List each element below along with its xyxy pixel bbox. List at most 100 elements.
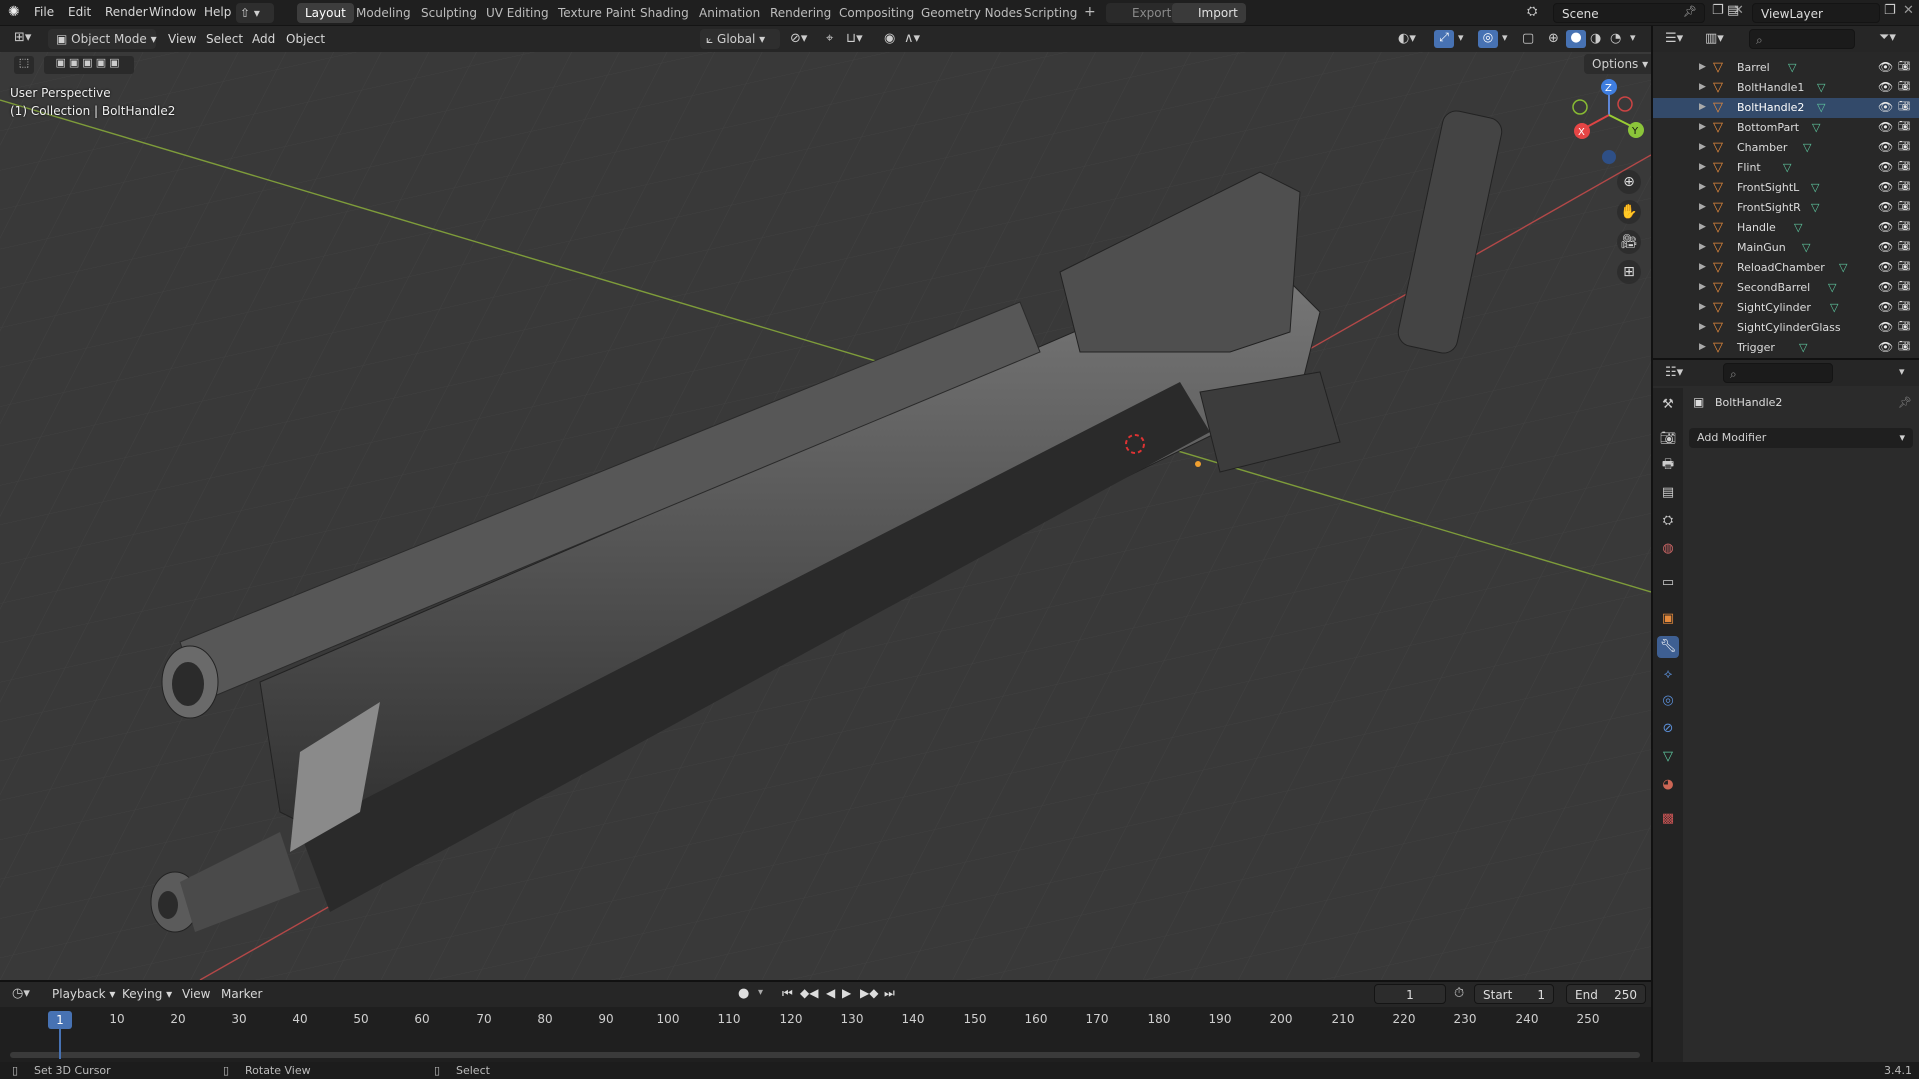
- proportional-edit-icon[interactable]: ◉: [884, 31, 895, 46]
- expand-arrow-icon[interactable]: ▶: [1699, 222, 1706, 232]
- tab-modeling[interactable]: Modeling: [348, 3, 419, 23]
- tab-geometry-nodes[interactable]: Geometry Nodes: [913, 3, 1030, 23]
- outliner-row-secondbarrel[interactable]: ▶ ▽ SecondBarrel ▽ 👁︎ 📷︎: [1653, 278, 1919, 298]
- pivot-point-icon[interactable]: ⊘▾: [790, 31, 807, 46]
- scene-icon[interactable]: ⛭: [1527, 4, 1537, 19]
- menu-playback[interactable]: Playback ▾: [52, 987, 115, 1001]
- outliner-item-label[interactable]: BoltHandle2: [1737, 101, 1804, 114]
- outliner-item-label[interactable]: MainGun: [1737, 241, 1786, 254]
- properties-editor-icon[interactable]: ☷▾: [1665, 365, 1683, 380]
- modifier-tab-icon[interactable]: 🔧︎: [1657, 636, 1679, 658]
- zoom-icon[interactable]: ⊕: [1617, 170, 1641, 194]
- visibility-eye-icon[interactable]: 👁︎: [1878, 60, 1893, 74]
- outliner-row-bolthandle2[interactable]: ▶ ▽ BoltHandle2 ▽ 👁︎ 📷︎: [1653, 98, 1919, 118]
- outliner-row-handle[interactable]: ▶ ▽ Handle ▽ 👁︎ 📷︎: [1653, 218, 1919, 238]
- tab-scripting[interactable]: Scripting: [1016, 3, 1085, 23]
- outliner-item-label[interactable]: Flint: [1737, 161, 1761, 174]
- outliner-item-label[interactable]: FrontSightL: [1737, 181, 1799, 194]
- expand-arrow-icon[interactable]: ▶: [1699, 122, 1706, 132]
- mesh-data-icon[interactable]: ▽: [1803, 141, 1811, 154]
- pan-hand-icon[interactable]: ✋: [1617, 200, 1641, 224]
- delete-view-layer-icon[interactable]: ✕: [1903, 3, 1914, 18]
- outliner-row-frontsightr[interactable]: ▶ ▽ FrontSightR ▽ 👁︎ 📷︎: [1653, 198, 1919, 218]
- texture-tab-icon[interactable]: ▩: [1657, 808, 1679, 830]
- filter-icon[interactable]: ⏷▾: [1879, 30, 1896, 45]
- select-tool-icon[interactable]: ⬚: [14, 56, 34, 74]
- 3d-viewport[interactable]: Z X Y ⬚ ▣▣▣▣▣ User Perspective (1) Colle…: [0, 52, 1651, 980]
- transform-orientation-dropdown[interactable]: ⟀ Global ▾: [700, 29, 780, 49]
- menu-view[interactable]: View: [168, 32, 196, 46]
- menu-add[interactable]: Add: [252, 32, 275, 46]
- outliner-row-chamber[interactable]: ▶ ▽ Chamber ▽ 👁︎ 📷︎: [1653, 138, 1919, 158]
- render-camera-icon[interactable]: 📷︎: [1898, 221, 1911, 232]
- play-reverse-icon[interactable]: ◀: [826, 986, 835, 1000]
- mesh-data-icon[interactable]: ▽: [1799, 341, 1807, 354]
- properties-pin-icon[interactable]: 📌︎: [1898, 396, 1912, 409]
- expand-arrow-icon[interactable]: ▶: [1699, 62, 1706, 72]
- import-button[interactable]: Import: [1172, 3, 1246, 23]
- mesh-data-icon[interactable]: ▽: [1802, 241, 1810, 254]
- jump-keyframe-back-icon[interactable]: ◆◀: [800, 986, 818, 1000]
- overlay-dropdown-icon[interactable]: ▾: [1502, 31, 1508, 44]
- scene-tab-icon[interactable]: ⛭: [1657, 510, 1679, 532]
- gizmo-toggle-icon[interactable]: ⤢: [1434, 30, 1454, 48]
- visibility-eye-icon[interactable]: 👁︎: [1878, 280, 1893, 294]
- expand-arrow-icon[interactable]: ▶: [1699, 102, 1706, 112]
- visibility-eye-icon[interactable]: 👁︎: [1878, 300, 1893, 314]
- expand-arrow-icon[interactable]: ▶: [1699, 242, 1706, 252]
- mesh-data-icon[interactable]: ▽: [1794, 221, 1802, 234]
- outliner-row-trigger[interactable]: ▶ ▽ Trigger ▽ 👁︎ 📷︎: [1653, 338, 1919, 358]
- display-mode-icon[interactable]: ▥▾: [1705, 31, 1724, 46]
- outliner-item-label[interactable]: SightCylinder: [1737, 301, 1811, 314]
- output-tab-icon[interactable]: 🖶︎: [1657, 454, 1679, 476]
- render-camera-icon[interactable]: 📷︎: [1898, 341, 1911, 352]
- object-mode-dropdown[interactable]: ▣ Object Mode ▾: [48, 29, 157, 49]
- xray-icon[interactable]: ▢: [1522, 31, 1534, 46]
- timeline-editor-icon[interactable]: ◷▾: [12, 986, 30, 1001]
- render-camera-icon[interactable]: 📷︎: [1898, 121, 1911, 132]
- mesh-data-icon[interactable]: ▽: [1788, 61, 1796, 74]
- menu-marker[interactable]: Marker: [221, 987, 262, 1001]
- outliner-row-bottompart[interactable]: ▶ ▽ BottomPart ▽ 👁︎ 📷︎: [1653, 118, 1919, 138]
- outliner-row-maingun[interactable]: ▶ ▽ MainGun ▽ 👁︎ 📷︎: [1653, 238, 1919, 258]
- menu-window[interactable]: Window: [149, 5, 196, 19]
- outliner-row-frontsightl[interactable]: ▶ ▽ FrontSightL ▽ 👁︎ 📷︎: [1653, 178, 1919, 198]
- record-keyframe-icon[interactable]: ●: [738, 986, 749, 1001]
- tab-shading[interactable]: Shading: [632, 3, 697, 23]
- expand-arrow-icon[interactable]: ▶: [1699, 82, 1706, 92]
- constraints-tab-icon[interactable]: ⊘: [1657, 718, 1679, 740]
- visibility-eye-icon[interactable]: 👁︎: [1878, 140, 1893, 154]
- editor-type-icon[interactable]: ⊞▾: [14, 30, 31, 45]
- gizmo-dropdown-icon[interactable]: ▾: [1458, 31, 1464, 44]
- workspace-options-button[interactable]: ⇧ ▾: [236, 3, 274, 23]
- world-tab-icon[interactable]: ◍: [1657, 538, 1679, 560]
- mesh-data-icon[interactable]: ▽: [1812, 121, 1820, 134]
- mesh-data-icon[interactable]: ▽: [1839, 261, 1847, 274]
- visibility-eye-icon[interactable]: 👁︎: [1878, 80, 1893, 94]
- outliner-item-label[interactable]: Chamber: [1737, 141, 1787, 154]
- outliner-item-label[interactable]: BoltHandle1: [1737, 81, 1804, 94]
- mesh-data-icon[interactable]: ▽: [1817, 101, 1825, 114]
- material-tab-icon[interactable]: ◕: [1657, 774, 1679, 796]
- keying-options-icon[interactable]: ▾: [758, 987, 763, 998]
- visibility-eye-icon[interactable]: 👁︎: [1878, 120, 1893, 134]
- export-button[interactable]: Export: [1106, 3, 1180, 23]
- render-camera-icon[interactable]: 📷︎: [1898, 281, 1911, 292]
- add-modifier-dropdown[interactable]: Add Modifier ▾: [1689, 428, 1913, 448]
- outliner-item-label[interactable]: Trigger: [1737, 341, 1775, 354]
- tab-uv-editing[interactable]: UV Editing: [478, 3, 557, 23]
- snap-icon[interactable]: ⌖: [826, 31, 833, 46]
- outliner-item-label[interactable]: SightCylinderGlass: [1737, 321, 1841, 334]
- visibility-eye-icon[interactable]: 👁︎: [1878, 100, 1893, 114]
- tab-animation[interactable]: Animation: [691, 3, 768, 23]
- rendered-shading-icon[interactable]: ◔: [1610, 31, 1621, 46]
- expand-arrow-icon[interactable]: ▶: [1699, 142, 1706, 152]
- new-view-layer-icon[interactable]: ❐: [1884, 3, 1896, 18]
- expand-arrow-icon[interactable]: ▶: [1699, 182, 1706, 192]
- selection-mode-icons[interactable]: ▣▣▣▣▣: [44, 56, 134, 74]
- menu-help[interactable]: Help: [204, 5, 231, 19]
- properties-options-icon[interactable]: ▾: [1899, 365, 1905, 378]
- tool-tab-icon[interactable]: ⚒: [1657, 394, 1679, 416]
- render-tab-icon[interactable]: 📷︎: [1657, 428, 1679, 450]
- particles-tab-icon[interactable]: ⟡: [1657, 664, 1679, 686]
